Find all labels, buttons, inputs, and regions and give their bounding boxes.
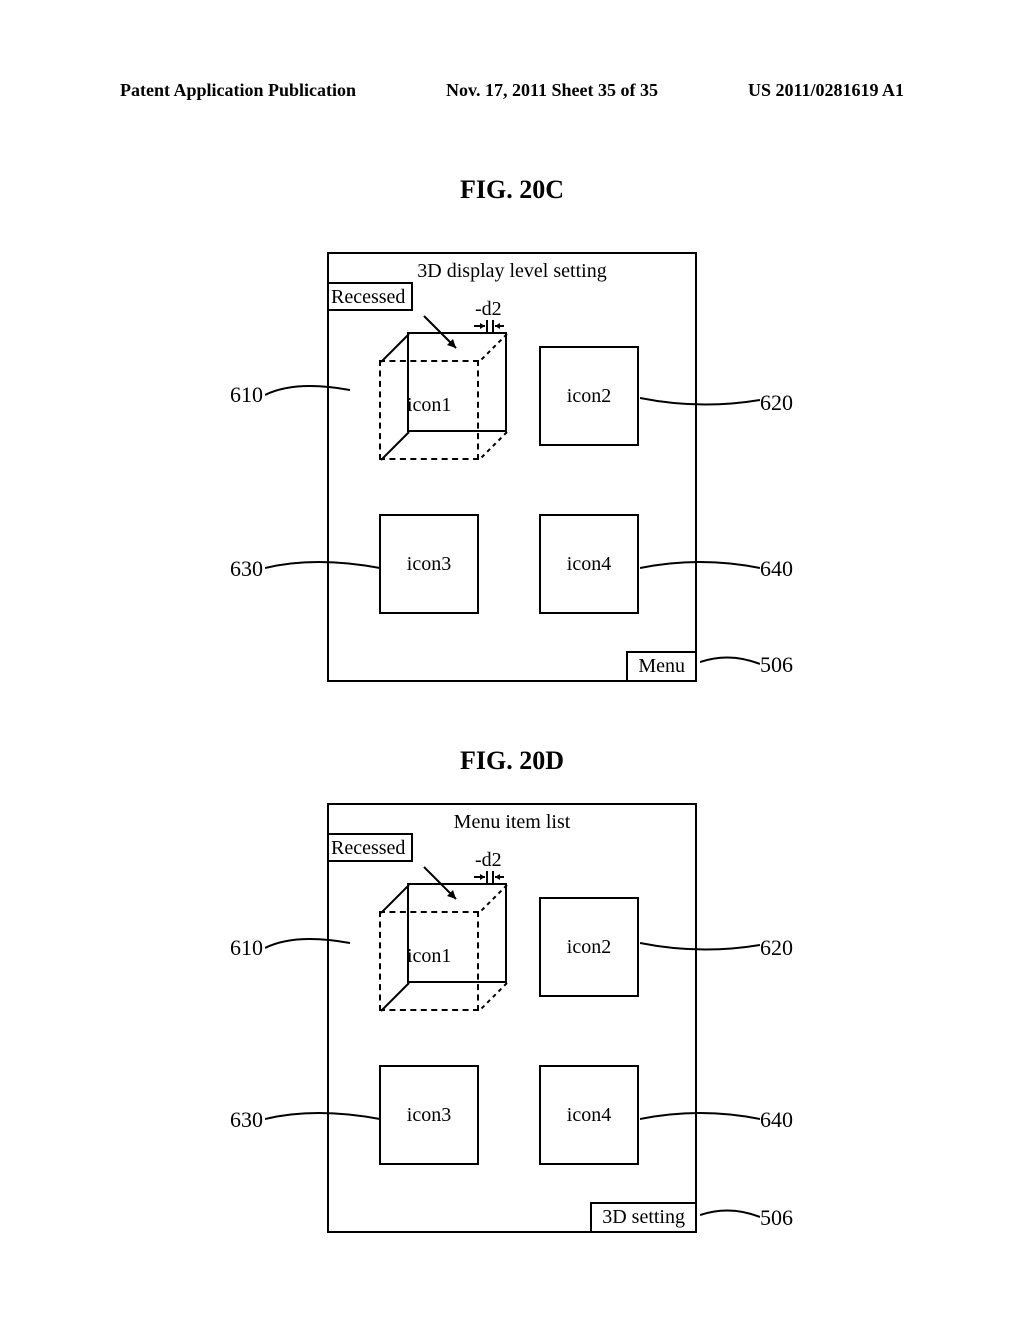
leader-640 xyxy=(640,556,760,576)
leader-610 xyxy=(265,380,350,400)
leader-630-d xyxy=(265,1107,380,1127)
fig-20c-label: FIG. 20C xyxy=(460,175,564,205)
icon4-label-d: icon4 xyxy=(567,1104,611,1127)
ref-620-d: 620 xyxy=(760,935,793,961)
icon4-box: icon4 xyxy=(539,514,639,614)
icon2-box: icon2 xyxy=(539,346,639,446)
icon3-label: icon3 xyxy=(407,553,451,576)
ref-640-d: 640 xyxy=(760,1107,793,1133)
fig-20d-label: FIG. 20D xyxy=(460,746,564,776)
ref-610-d: 610 xyxy=(230,935,263,961)
ref-640: 640 xyxy=(760,556,793,582)
leader-630 xyxy=(265,556,380,576)
page-header: Patent Application Publication Nov. 17, … xyxy=(0,80,1024,101)
ref-630-d: 630 xyxy=(230,1107,263,1133)
leader-506 xyxy=(700,652,760,672)
leader-620-d xyxy=(640,935,760,955)
icon4-label: icon4 xyxy=(567,553,611,576)
icon4-box-d: icon4 xyxy=(539,1065,639,1165)
header-center: Nov. 17, 2011 Sheet 35 of 35 xyxy=(446,80,658,101)
icon1-3d-box: icon1 xyxy=(379,332,509,472)
ref-620: 620 xyxy=(760,390,793,416)
ref-610: 610 xyxy=(230,382,263,408)
fig-20c-panel: 3D display level setting Recessed -d2 ic… xyxy=(327,252,697,682)
menu-button[interactable]: Menu xyxy=(626,651,697,682)
d2-label: -d2 xyxy=(475,298,502,321)
fig-20c-title: 3D display level setting xyxy=(329,260,695,283)
icon1-3d-box-d: icon1 xyxy=(379,883,509,1023)
menu-button-label-d: 3D setting xyxy=(602,1206,685,1228)
d2-tick-marks-d xyxy=(474,871,504,883)
leader-610-d xyxy=(265,933,350,953)
header-right: US 2011/0281619 A1 xyxy=(748,80,904,101)
icon3-box-d: icon3 xyxy=(379,1065,479,1165)
recessed-label: Recessed xyxy=(327,282,413,311)
icon3-label-d: icon3 xyxy=(407,1104,451,1127)
menu-button-d[interactable]: 3D setting xyxy=(590,1202,697,1233)
menu-button-label: Menu xyxy=(638,655,685,677)
d2-label-d: -d2 xyxy=(475,849,502,872)
icon1-label-d: icon1 xyxy=(407,945,451,968)
leader-506-d xyxy=(700,1205,760,1225)
header-left: Patent Application Publication xyxy=(120,80,356,101)
d2-tick-marks xyxy=(474,320,504,332)
icon2-label-d: icon2 xyxy=(567,936,611,959)
ref-630: 630 xyxy=(230,556,263,582)
recessed-label-d: Recessed xyxy=(327,833,413,862)
fig-20d-title: Menu item list xyxy=(329,811,695,834)
ref-506: 506 xyxy=(760,652,793,678)
leader-640-d xyxy=(640,1107,760,1127)
fig-20d-panel: Menu item list Recessed -d2 icon1 icon2 … xyxy=(327,803,697,1233)
icon3-box: icon3 xyxy=(379,514,479,614)
leader-620 xyxy=(640,390,760,410)
icon2-box-d: icon2 xyxy=(539,897,639,997)
icon2-label: icon2 xyxy=(567,385,611,408)
ref-506-d: 506 xyxy=(760,1205,793,1231)
icon1-label: icon1 xyxy=(407,394,451,417)
